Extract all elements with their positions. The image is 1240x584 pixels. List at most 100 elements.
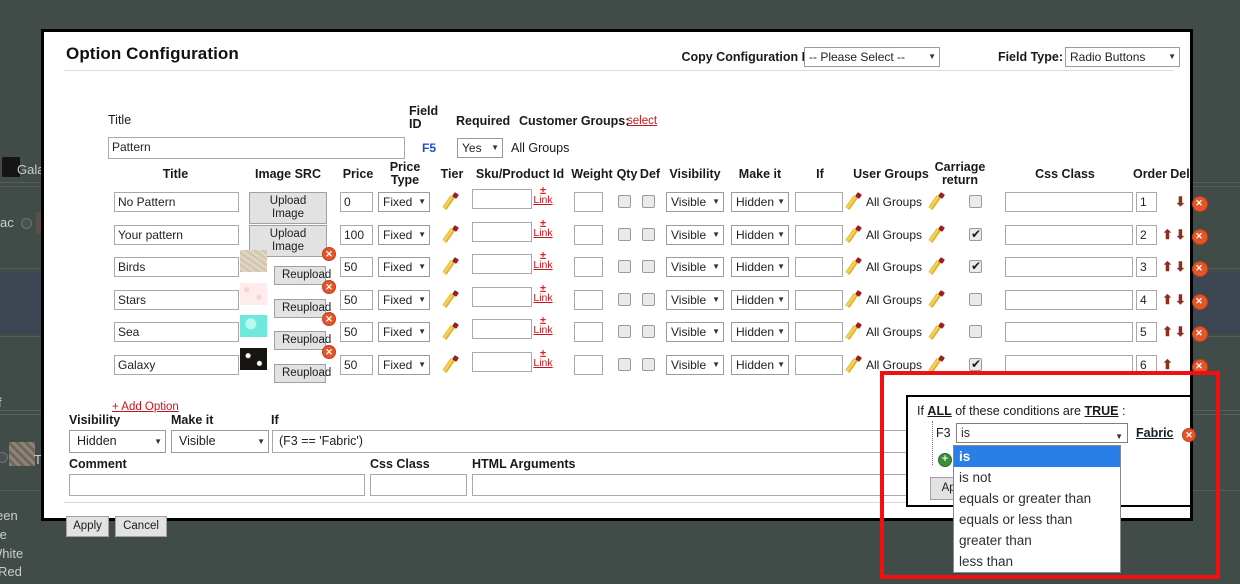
dropdown-option[interactable]: less than	[954, 551, 1120, 572]
css-class-input[interactable]	[370, 474, 467, 496]
option-order-input[interactable]: 3	[1136, 257, 1157, 277]
option-def-checkbox[interactable]	[642, 325, 655, 338]
option-make-it-select[interactable]: Hidden ▼	[731, 322, 789, 342]
sku-link-group[interactable]: ± Link	[533, 186, 553, 206]
option-make-it-select[interactable]: Hidden ▼	[731, 257, 789, 277]
option-carriage-return-checkbox[interactable]	[969, 292, 982, 306]
option-carriage-return-checkbox[interactable]	[969, 357, 982, 371]
option-qty-checkbox[interactable]	[618, 227, 631, 241]
sku-link-group[interactable]: ± Link	[533, 348, 553, 369]
dropdown-option[interactable]: greater than	[954, 530, 1120, 551]
add-option-link[interactable]: + Add Option	[112, 401, 179, 413]
condition-operator-select[interactable]: is ▼	[956, 423, 1128, 443]
option-price-type-select[interactable]: Fixed ▼	[378, 354, 430, 375]
option-css-class-input[interactable]	[1005, 289, 1133, 310]
option-if-input[interactable]	[795, 289, 843, 310]
option-sku-input[interactable]	[472, 286, 532, 307]
dropdown-option[interactable]: equals or less than	[954, 509, 1120, 530]
option-sku-input[interactable]	[472, 189, 532, 209]
delete-row-icon[interactable]	[1192, 358, 1208, 375]
option-def-checkbox[interactable]	[642, 227, 655, 241]
option-if-input[interactable]	[795, 354, 843, 375]
option-order-input[interactable]: 6	[1136, 354, 1157, 375]
link-label[interactable]: Link	[533, 357, 553, 369]
title-input[interactable]: Pattern	[108, 137, 405, 159]
tier-edit-icon[interactable]	[444, 356, 461, 373]
dropdown-option[interactable]: is	[954, 446, 1120, 467]
option-price-type-select[interactable]: Fixed ▼	[378, 257, 430, 277]
option-weight-input[interactable]	[574, 289, 603, 310]
option-sku-input[interactable]	[472, 254, 532, 274]
sku-link-group[interactable]: ± Link	[533, 316, 553, 336]
if-edit-icon[interactable]	[847, 258, 864, 275]
option-make-it-select[interactable]: Hidden ▼	[731, 224, 789, 245]
move-up-icon[interactable]: ⬆	[1162, 358, 1173, 371]
field-type-select[interactable]: Radio Buttons ▼	[1065, 47, 1180, 67]
remove-image-icon[interactable]	[322, 279, 336, 294]
option-visibility-select[interactable]: Visible ▼	[666, 257, 724, 277]
upload-image-button[interactable]: Upload Image	[249, 192, 327, 224]
option-visibility-select[interactable]: Visible ▼	[666, 289, 724, 310]
option-if-input[interactable]	[795, 224, 843, 245]
link-label[interactable]: Link	[533, 227, 553, 239]
visibility-select[interactable]: Hidden ▼	[69, 430, 166, 453]
option-weight-input[interactable]	[574, 322, 603, 342]
user-groups-edit-icon[interactable]	[930, 226, 947, 243]
option-if-input[interactable]	[795, 192, 843, 212]
option-title-input[interactable]: Your pattern	[114, 224, 239, 245]
option-make-it-select[interactable]: Hidden ▼	[731, 289, 789, 310]
option-make-it-select[interactable]: Hidden ▼	[731, 354, 789, 375]
reupload-button[interactable]: Reupload	[274, 363, 331, 383]
user-groups-edit-icon[interactable]	[930, 356, 947, 373]
option-def-checkbox[interactable]	[642, 260, 655, 273]
move-up-icon[interactable]: ⬆	[1162, 260, 1173, 273]
option-qty-checkbox[interactable]	[618, 260, 631, 273]
option-visibility-select[interactable]: Visible ▼	[666, 224, 724, 245]
option-sku-input[interactable]	[472, 351, 532, 372]
option-order-input[interactable]: 5	[1136, 322, 1157, 342]
reupload-button[interactable]: Reupload	[274, 298, 331, 318]
option-order-input[interactable]: 1	[1136, 192, 1157, 212]
option-price-input[interactable]: 50	[340, 289, 373, 310]
required-select[interactable]: Yes ▼	[457, 138, 503, 158]
option-price-input[interactable]: 50	[340, 354, 373, 375]
option-title-input[interactable]: Birds	[114, 257, 239, 277]
option-qty-checkbox[interactable]	[618, 292, 631, 306]
option-css-class-input[interactable]	[1005, 224, 1133, 245]
option-qty-checkbox[interactable]	[618, 325, 631, 338]
condition-delete-icon[interactable]	[1182, 427, 1196, 442]
tier-edit-icon[interactable]	[444, 226, 461, 243]
move-up-icon[interactable]: ⬆	[1162, 228, 1173, 241]
option-weight-input[interactable]	[574, 354, 603, 375]
option-def-checkbox[interactable]	[642, 195, 655, 208]
dropdown-option[interactable]: is not	[954, 467, 1120, 488]
sku-link-group[interactable]: ± Link	[533, 218, 553, 239]
condition-value-link[interactable]: Fabric	[1136, 426, 1174, 440]
link-label[interactable]: Link	[533, 260, 553, 271]
move-down-icon[interactable]: ⬇	[1175, 195, 1186, 208]
option-title-input[interactable]: Galaxy	[114, 354, 239, 375]
option-css-class-input[interactable]	[1005, 354, 1133, 375]
if-edit-icon[interactable]	[847, 356, 864, 373]
delete-row-icon[interactable]	[1192, 326, 1208, 342]
option-weight-input[interactable]	[574, 192, 603, 212]
if-edit-icon[interactable]	[847, 226, 864, 243]
customer-groups-select-link[interactable]: select	[627, 115, 657, 127]
option-sku-input[interactable]	[472, 221, 532, 242]
option-price-input[interactable]: 50	[340, 257, 373, 277]
option-weight-input[interactable]	[574, 224, 603, 245]
user-groups-edit-icon[interactable]	[930, 258, 947, 275]
option-price-input[interactable]: 100	[340, 224, 373, 245]
option-sku-input[interactable]	[472, 319, 532, 339]
user-groups-edit-icon[interactable]	[930, 193, 947, 210]
option-price-input[interactable]: 0	[340, 192, 373, 212]
option-price-type-select[interactable]: Fixed ▼	[378, 322, 430, 342]
option-visibility-select[interactable]: Visible ▼	[666, 192, 724, 212]
move-down-icon[interactable]: ⬇	[1175, 228, 1186, 241]
option-if-input[interactable]	[795, 322, 843, 342]
reupload-button[interactable]: Reupload	[274, 266, 331, 285]
option-title-input[interactable]: Stars	[114, 289, 239, 310]
option-order-input[interactable]: 2	[1136, 224, 1157, 245]
cancel-button[interactable]: Cancel	[115, 516, 167, 537]
add-condition-icon[interactable]	[938, 452, 952, 467]
